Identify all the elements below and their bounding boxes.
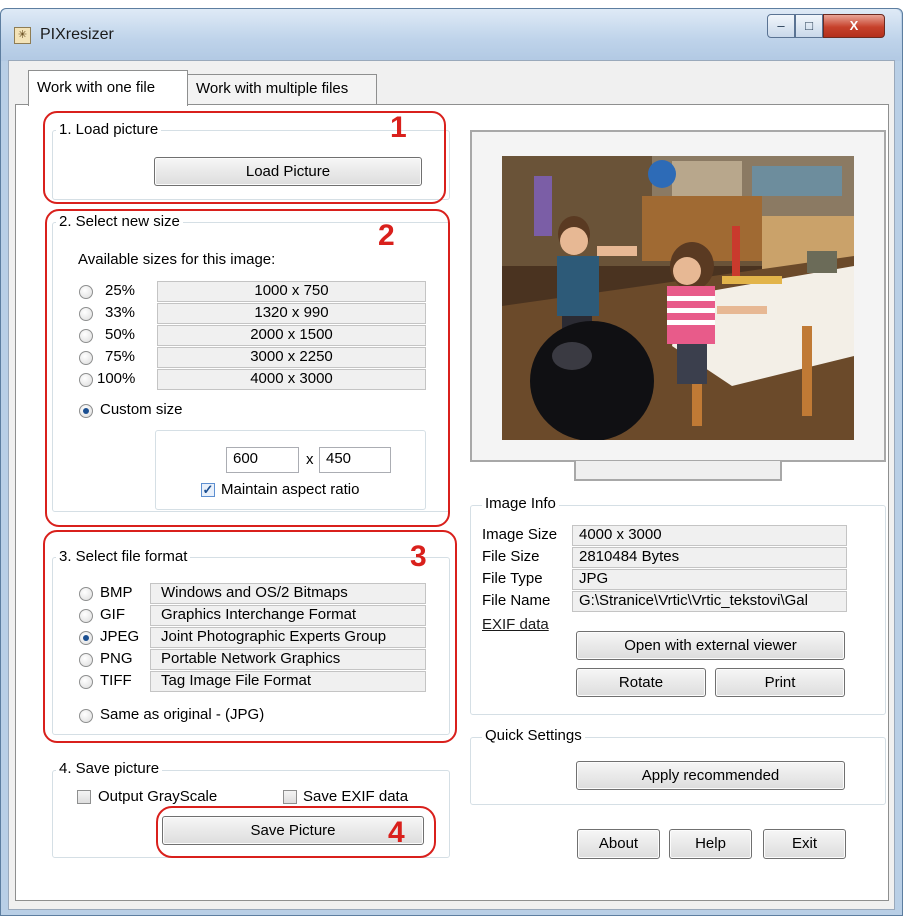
image-size-label: Image Size (482, 526, 558, 543)
same-as-original-radio[interactable] (79, 709, 93, 723)
window-title: PIXresizer (40, 26, 114, 43)
size-dims-75: 3000 x 2250 (157, 347, 426, 368)
about-button[interactable]: About (577, 829, 660, 859)
preview-image (502, 156, 854, 440)
custom-size-label: Custom size (100, 401, 183, 418)
apply-recommended-button[interactable]: Apply recommended (576, 761, 845, 790)
size-radio-33[interactable] (79, 307, 93, 321)
step-number-2: 2 (378, 219, 395, 252)
format-radio-jpeg[interactable] (79, 631, 93, 645)
file-name-value: G:\Stranice\Vrtic\Vrtic_tekstovi\Gal (572, 591, 847, 612)
size-radio-50[interactable] (79, 329, 93, 343)
file-type-label: File Type (482, 570, 543, 587)
size-dims-100: 4000 x 3000 (157, 369, 426, 390)
file-size-label: File Size (482, 548, 540, 565)
format-radio-png[interactable] (79, 653, 93, 667)
preview-stand (574, 461, 782, 481)
format-name-png: PNG (100, 650, 133, 667)
title-bar[interactable] (1, 9, 901, 61)
size-dims-50: 2000 x 1500 (157, 325, 426, 346)
size-pct-50: 50% (105, 326, 136, 343)
size-radio-25[interactable] (79, 285, 93, 299)
format-radio-gif[interactable] (79, 609, 93, 623)
print-button[interactable]: Print (715, 668, 845, 697)
step-number-3: 3 (410, 540, 427, 573)
quick-settings-legend: Quick Settings (482, 727, 585, 744)
rotate-button[interactable]: Rotate (576, 668, 706, 697)
custom-size-x: x (306, 451, 314, 468)
available-sizes-label: Available sizes for this image: (78, 251, 276, 268)
size-radio-100[interactable] (79, 373, 93, 387)
custom-width-input[interactable]: 600 (226, 447, 299, 473)
tab-work-one-file[interactable]: Work with one file (28, 70, 188, 106)
format-desc-bmp: Windows and OS/2 Bitmaps (150, 583, 426, 604)
step-number-1: 1 (390, 111, 407, 144)
size-pct-25: 25% (105, 282, 136, 299)
format-name-gif: GIF (100, 606, 125, 623)
format-desc-tiff: Tag Image File Format (150, 671, 426, 692)
format-radio-bmp[interactable] (79, 587, 93, 601)
step-number-4: 4 (388, 816, 405, 849)
size-dims-25: 1000 x 750 (157, 281, 426, 302)
close-button[interactable]: X (823, 14, 885, 38)
save-picture-legend: 4. Save picture (56, 760, 163, 777)
exit-button[interactable]: Exit (763, 829, 846, 859)
format-name-bmp: BMP (100, 584, 133, 601)
size-pct-33: 33% (105, 304, 136, 321)
size-dims-33: 1320 x 990 (157, 303, 426, 324)
format-radio-tiff[interactable] (79, 675, 93, 689)
open-external-viewer-button[interactable]: Open with external viewer (576, 631, 845, 660)
app-icon: ✳ (14, 27, 31, 44)
image-info-legend: Image Info (482, 495, 559, 512)
maximize-button[interactable]: □ (795, 14, 823, 38)
size-radio-75[interactable] (79, 351, 93, 365)
format-name-tiff: TIFF (100, 672, 132, 689)
custom-size-radio[interactable] (79, 404, 93, 418)
maintain-aspect-checkbox[interactable]: ✓ (201, 483, 215, 497)
size-pct-100: 100% (97, 370, 136, 387)
output-grayscale-label: Output GrayScale (98, 788, 218, 805)
save-exif-checkbox[interactable] (283, 790, 297, 804)
format-desc-jpeg: Joint Photographic Experts Group (150, 627, 426, 648)
help-button[interactable]: Help (669, 829, 752, 859)
tab-work-multiple-files[interactable]: Work with multiple files (187, 74, 377, 104)
same-as-original-label: Same as original - (JPG) (100, 706, 265, 723)
size-pct-75: 75% (105, 348, 136, 365)
file-name-label: File Name (482, 592, 551, 609)
save-exif-label: Save EXIF data (303, 788, 409, 805)
file-type-value: JPG (572, 569, 847, 590)
minimize-button[interactable]: ‒ (767, 14, 795, 38)
format-desc-gif: Graphics Interchange Format (150, 605, 426, 626)
output-grayscale-checkbox[interactable] (77, 790, 91, 804)
file-size-value: 2810484 Bytes (572, 547, 847, 568)
image-size-value: 4000 x 3000 (572, 525, 847, 546)
format-desc-png: Portable Network Graphics (150, 649, 426, 670)
custom-height-input[interactable]: 450 (319, 447, 391, 473)
step-highlight-1 (43, 111, 446, 204)
format-name-jpeg: JPEG (100, 628, 140, 645)
active-tab-gap (29, 103, 187, 106)
maintain-aspect-label: Maintain aspect ratio (221, 481, 360, 498)
exif-data-link[interactable]: EXIF data (482, 616, 549, 633)
